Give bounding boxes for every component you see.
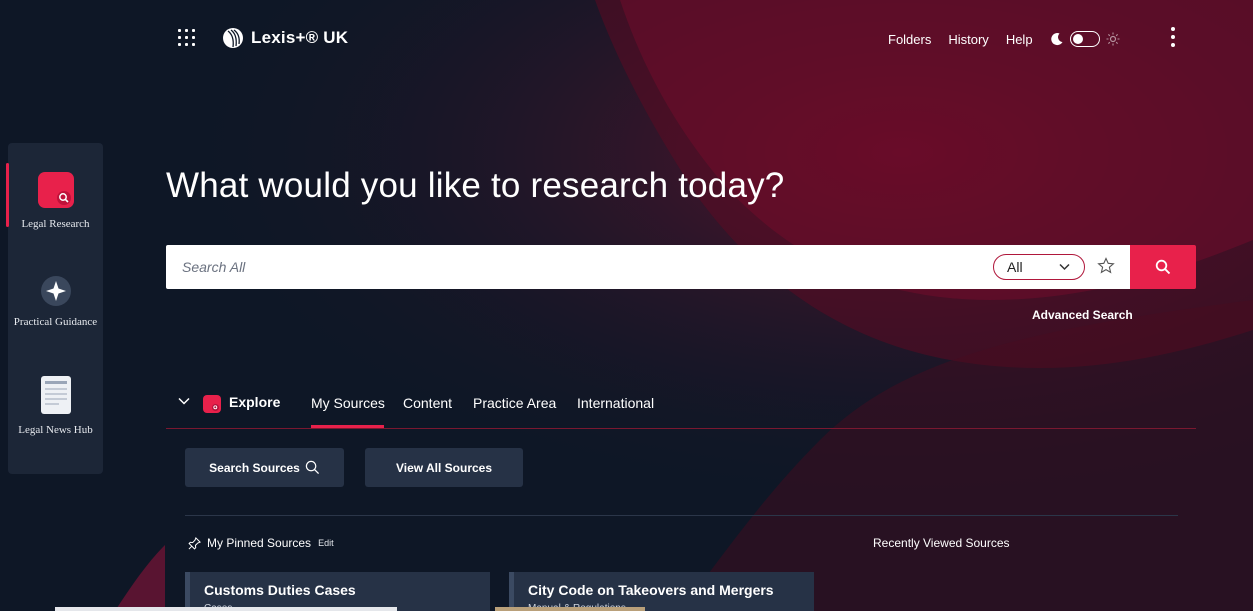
lexis-logo-icon [223, 28, 243, 48]
search-icon [1155, 259, 1171, 275]
rail-item-legal-news-hub[interactable]: Legal News Hub [8, 375, 103, 436]
scroll-indicator [495, 607, 645, 611]
newspaper-icon [40, 376, 71, 414]
search-scope-value: All [1007, 259, 1023, 275]
theme-switch[interactable] [1069, 31, 1100, 47]
horizontal-scrollbar[interactable] [55, 607, 397, 611]
left-rail: Legal Research Practical Guidance Legal … [6, 143, 103, 474]
pin-icon [188, 536, 201, 550]
edit-pinned-link[interactable]: Edit [318, 538, 334, 548]
recently-viewed-title: Recently Viewed Sources [873, 536, 1010, 550]
search-scope-select[interactable]: All [993, 254, 1085, 280]
card-title: City Code on Takeovers and Mergers [528, 582, 774, 598]
card-title: Customs Duties Cases [204, 582, 356, 598]
sun-icon [1106, 32, 1120, 46]
view-all-sources-label: View All Sources [395, 460, 493, 475]
kebab-menu-icon[interactable] [1170, 27, 1176, 47]
search-input[interactable] [182, 257, 982, 277]
section-divider [185, 515, 1178, 516]
tab-my-sources[interactable]: My Sources [311, 395, 385, 411]
brand-logo[interactable]: Lexis+® UK [222, 26, 348, 50]
theme-toggle[interactable] [1050, 31, 1120, 47]
top-bar: Lexis+® UK Folders History Help [0, 0, 1253, 78]
tab-practice-area[interactable]: Practice Area [473, 395, 556, 411]
rail-item-legal-research[interactable]: Legal Research [8, 171, 103, 230]
advanced-search-link[interactable]: Advanced Search [1032, 308, 1133, 322]
pinned-sources-title: My Pinned Sources [207, 536, 312, 550]
tab-content[interactable]: Content [403, 395, 452, 411]
pinned-source-card[interactable]: City Code on Takeovers and Mergers Manua… [509, 572, 814, 611]
compass-star-icon [40, 276, 71, 306]
hero-title: What would you like to research today? [166, 166, 785, 205]
active-tab-underline [311, 425, 384, 428]
rail-label-legal-news-hub: Legal News Hub [18, 424, 93, 436]
view-all-sources-button[interactable]: View All Sources [365, 448, 523, 487]
pinned-sources-header: My Pinned Sources Edit [188, 536, 334, 550]
background-wave-art [0, 0, 1253, 611]
top-nav: Folders History Help [888, 30, 1120, 48]
history-link[interactable]: History [948, 32, 988, 47]
legal-research-badge-icon [203, 395, 221, 413]
search-sources-button[interactable]: Search Sources [185, 448, 344, 487]
apps-grid-icon[interactable] [178, 29, 196, 47]
search-button[interactable] [1130, 245, 1196, 289]
rail-item-practical-guidance[interactable]: Practical Guidance [8, 275, 103, 328]
explore-tabs: Explore My Sources Content Practice Area… [166, 391, 1196, 429]
legal-research-icon [37, 172, 74, 208]
rail-label-practical-guidance: Practical Guidance [13, 316, 98, 328]
explore-label[interactable]: Explore [229, 394, 280, 410]
pinned-source-card[interactable]: Customs Duties Cases Cases [185, 572, 490, 611]
moon-icon [1050, 33, 1063, 46]
brand-name: Lexis+® UK [251, 28, 349, 47]
chevron-down-icon[interactable] [178, 397, 190, 405]
help-link[interactable]: Help [1006, 32, 1033, 47]
search-sources-label: Search Sources [209, 460, 300, 475]
rail-label-legal-research: Legal Research [21, 218, 90, 230]
folders-link[interactable]: Folders [888, 32, 931, 47]
star-icon[interactable] [1097, 257, 1115, 275]
tab-international[interactable]: International [577, 395, 654, 411]
search-bar: All [166, 245, 1130, 289]
search-icon [305, 460, 319, 475]
chevron-down-icon [1059, 263, 1070, 271]
